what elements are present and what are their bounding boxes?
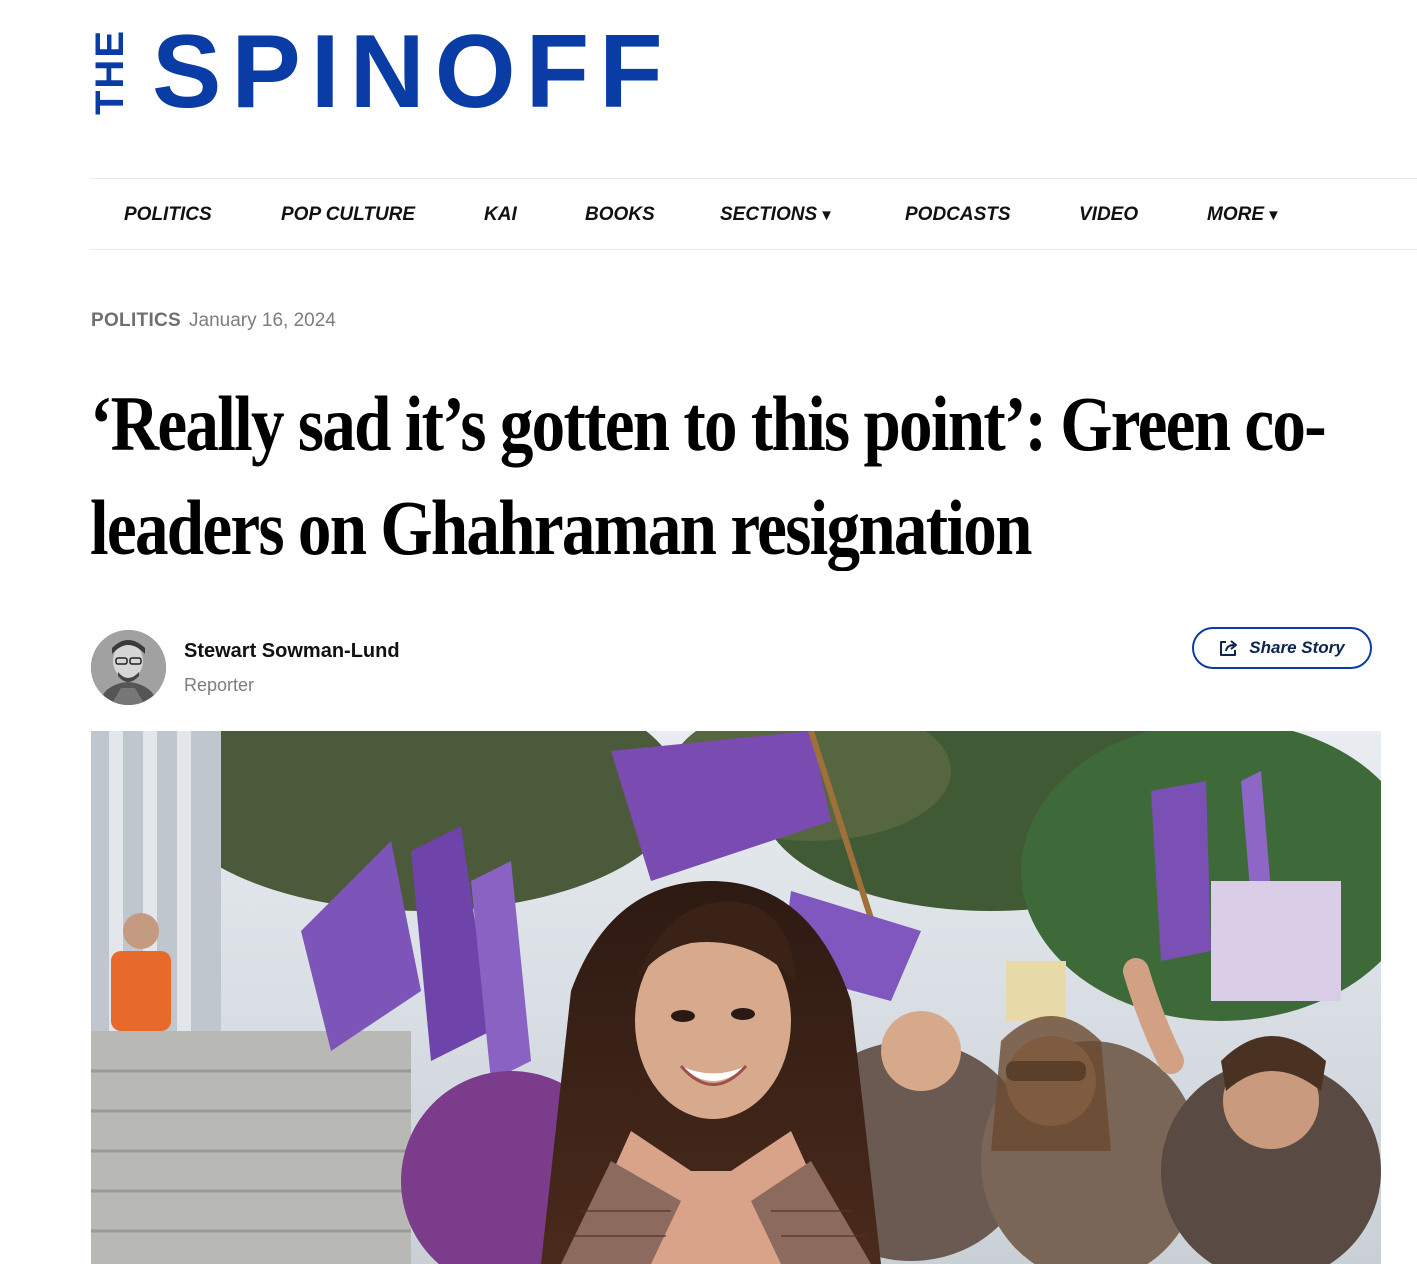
nav-label: MORE	[1207, 204, 1264, 225]
logo-the: THE	[88, 27, 132, 117]
logo-the-text: THE	[88, 29, 132, 115]
publish-date: January 16, 2024	[189, 310, 336, 331]
nav-label: VIDEO	[1079, 204, 1139, 225]
nav-label: POP CULTURE	[281, 204, 416, 225]
headline-line-2: leaders on Ghahraman resignation	[90, 484, 1032, 571]
nav-label: POLITICS	[124, 204, 212, 225]
nav-item-podcasts[interactable]: PODCASTS	[905, 179, 1011, 251]
nav-label: BOOKS	[585, 204, 655, 225]
author-role: Reporter	[184, 675, 255, 695]
nav-item-more[interactable]: MORE ▼	[1207, 179, 1281, 251]
author-name[interactable]: Stewart Sowman-Lund	[184, 640, 400, 663]
hero-image	[91, 731, 1381, 1264]
avatar[interactable]	[91, 630, 166, 705]
protest-crowd-photo	[91, 731, 1381, 1264]
logo-wordmark: SPINOFF	[152, 14, 673, 130]
share-story-label: Share Story	[1249, 638, 1345, 657]
nav-label: KAI	[484, 204, 517, 225]
nav-label: SECTIONS	[720, 204, 818, 225]
nav-item-kai[interactable]: KAI	[484, 179, 517, 251]
article-headline: ‘Really sad it’s gotten to this point’: …	[90, 372, 1380, 580]
nav-item-books[interactable]: BOOKS	[585, 179, 655, 251]
chevron-down-icon: ▼	[1266, 207, 1281, 224]
share-arrow-icon	[1220, 640, 1238, 656]
site-logo[interactable]: THE SPINOFF	[88, 20, 673, 124]
nav-item-sections[interactable]: SECTIONS ▼	[720, 179, 834, 251]
section-link[interactable]: POLITICS	[91, 310, 181, 331]
nav-item-politics[interactable]: POLITICS	[124, 179, 212, 251]
nav-item-video[interactable]: VIDEO	[1079, 179, 1138, 251]
article-meta: POLITICS January 16, 2024	[91, 310, 336, 332]
headline-line-1: ‘Really sad it’s gotten to this point’: …	[90, 380, 1327, 467]
author-photo	[91, 630, 166, 705]
nav-item-pop-culture[interactable]: POP CULTURE	[281, 179, 415, 251]
chevron-down-icon: ▼	[819, 207, 834, 224]
main-nav: POLITICS POP CULTURE KAI BOOKS SECTIONS ▼…	[90, 178, 1417, 250]
nav-label: PODCASTS	[905, 204, 1011, 225]
share-story-button[interactable]: Share Story	[1192, 627, 1372, 669]
